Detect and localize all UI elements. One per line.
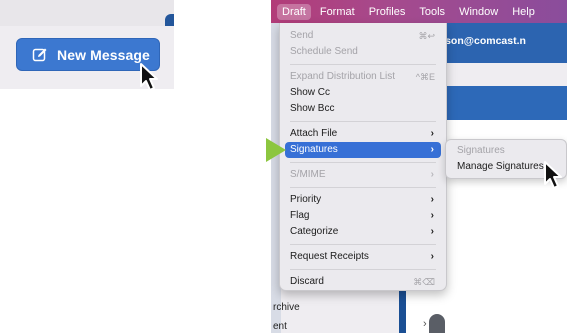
- menu-separator: [290, 187, 436, 188]
- menu-item-show-bcc[interactable]: Show Bcc: [285, 101, 441, 117]
- menu-item-priority[interactable]: Priority ›: [285, 192, 441, 208]
- menu-item-label: Signatures: [290, 144, 338, 155]
- highlight-pointer-arrow: [266, 138, 286, 162]
- chevron-right-icon: ›: [430, 144, 434, 155]
- menu-item-schedule-send[interactable]: Schedule Send: [285, 44, 441, 60]
- menu-item-label: Send: [290, 30, 314, 41]
- right-crop-panel: Draft Format Profiles Tools Window Help …: [271, 0, 567, 333]
- menu-item-label: Request Receipts: [290, 251, 369, 262]
- avatar: [429, 314, 445, 333]
- menu-item-label: Discard: [290, 276, 324, 287]
- menu-profiles[interactable]: Profiles: [369, 6, 406, 18]
- menu-item-request-receipts[interactable]: Request Receipts ›: [285, 249, 441, 265]
- menu-item-signatures[interactable]: Signatures ›: [285, 142, 441, 158]
- submenu-header-signatures: Signatures: [457, 145, 505, 156]
- menu-item-flag[interactable]: Flag ›: [285, 208, 441, 224]
- mouse-cursor-icon: [544, 161, 562, 189]
- menu-item-label: Show Cc: [290, 87, 331, 98]
- menu-window[interactable]: Window: [459, 6, 498, 18]
- menu-item-smime[interactable]: S/MIME ›: [285, 167, 441, 183]
- new-message-label: New Message: [57, 46, 150, 63]
- menu-separator: [290, 244, 436, 245]
- menu-separator: [290, 64, 436, 65]
- menu-item-label: Expand Distribution List: [290, 71, 396, 82]
- menu-separator: [290, 269, 436, 270]
- menu-item-show-cc[interactable]: Show Cc: [285, 85, 441, 101]
- chevron-right-icon: ›: [430, 210, 434, 221]
- chevron-right-icon: ›: [430, 226, 434, 237]
- menu-item-label: Priority: [290, 194, 322, 205]
- menu-item-label: Show Bcc: [290, 103, 335, 114]
- menu-item-label: Categorize: [290, 226, 339, 237]
- menu-item-label: Schedule Send: [290, 46, 358, 57]
- shortcut-label: ⌘↩: [418, 31, 435, 41]
- mouse-cursor-icon: [140, 63, 158, 91]
- menu-help[interactable]: Help: [512, 6, 535, 18]
- folder-archive[interactable]: rchive: [273, 302, 300, 313]
- menu-item-attach-file[interactable]: Attach File ›: [285, 126, 441, 142]
- chevron-right-icon: ›: [423, 318, 427, 330]
- menu-item-label: Attach File: [290, 128, 338, 139]
- shortcut-label: ⌘⌫: [413, 277, 435, 287]
- menu-bar: Draft Format Profiles Tools Window Help: [271, 0, 567, 23]
- menu-item-discard[interactable]: Discard ⌘⌫: [285, 274, 441, 290]
- compose-icon: [32, 48, 47, 61]
- draft-menu: Send ⌘↩ Schedule Send Expand Distributio…: [279, 23, 447, 291]
- toolbar-strip: [0, 0, 174, 26]
- menu-item-categorize[interactable]: Categorize ›: [285, 224, 441, 240]
- menu-item-send[interactable]: Send ⌘↩: [285, 28, 441, 44]
- menu-separator: [290, 121, 436, 122]
- shortcut-label: ^⌘E: [415, 72, 435, 82]
- menu-separator: [290, 162, 436, 163]
- menu-format[interactable]: Format: [320, 6, 355, 18]
- chevron-right-icon: ›: [430, 194, 434, 205]
- sidebar-corner: [165, 14, 174, 26]
- chevron-right-icon: ›: [430, 128, 434, 139]
- menu-tools[interactable]: Tools: [419, 6, 445, 18]
- menu-item-label: S/MIME: [290, 169, 326, 180]
- menu-draft[interactable]: Draft: [277, 3, 311, 20]
- menu-item-label: Flag: [290, 210, 310, 221]
- folder-sent[interactable]: ent: [273, 321, 287, 332]
- chevron-right-icon: ›: [430, 251, 434, 262]
- chevron-right-icon: ›: [430, 169, 434, 180]
- menu-item-expand-distribution-list[interactable]: Expand Distribution List ^⌘E: [285, 69, 441, 85]
